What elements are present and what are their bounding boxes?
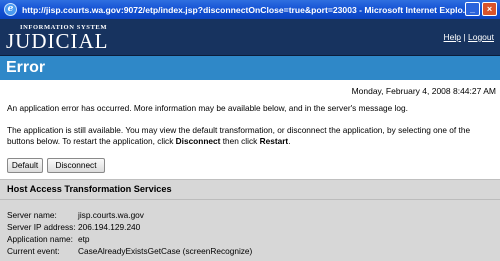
info-label: Server IP address: [7,222,76,232]
link-separator: | [463,32,466,42]
brand-logo: JUDICIAL [6,29,109,53]
page-title: Error [0,56,500,80]
info-value: CaseAlreadyExistsGetCase (screenRecogniz… [78,246,253,256]
hats-info-panel: Host Access Transformation Services Serv… [0,179,500,261]
error-message: An application error has occurred. More … [7,103,408,113]
close-button[interactable]: × [482,2,497,16]
info-row-server-ip: Server IP address: 206.194.129.240 [7,222,140,232]
info-label: Current event: [7,246,60,256]
default-button[interactable]: Default [7,158,43,173]
hats-divider [0,199,500,200]
window-title: http://jisp.courts.wa.gov:9072/etp/index… [22,4,470,15]
internet-explorer-icon: e [4,3,17,16]
instructions-text-end: . [288,136,291,146]
logout-link[interactable]: Logout [468,32,494,42]
instructions-text-mid: then click [220,136,260,146]
instructions-restart-word: Restart [259,136,289,146]
help-link[interactable]: Help [444,32,461,42]
info-value: jisp.courts.wa.gov [78,210,144,220]
info-value: 206.194.129.240 [78,222,141,232]
info-label: Server name: [7,210,57,220]
header-banner: INFORMATION SYSTEM JUDICIAL Help | Logou… [0,19,500,56]
top-links: Help | Logout [444,32,494,42]
timestamp: Monday, February 4, 2008 8:44:27 AM [351,86,496,96]
action-buttons: Default Disconnect [7,158,105,173]
instructions-message: The application is still available. You … [7,125,495,147]
info-label: Application name: [7,234,73,244]
info-row-current-event: Current event: CaseAlreadyExistsGetCase (… [7,246,252,256]
minimize-button[interactable]: _ [465,2,480,16]
info-row-application-name: Application name: etp [7,234,90,244]
window-titlebar: e http://jisp.courts.wa.gov:9072/etp/ind… [0,0,500,19]
hats-panel-title: Host Access Transformation Services [7,184,172,194]
info-row-server-name: Server name: jisp.courts.wa.gov [7,210,144,220]
instructions-disconnect-word: Disconnect [175,136,221,146]
disconnect-button[interactable]: Disconnect [47,158,105,173]
info-value: etp [78,234,90,244]
